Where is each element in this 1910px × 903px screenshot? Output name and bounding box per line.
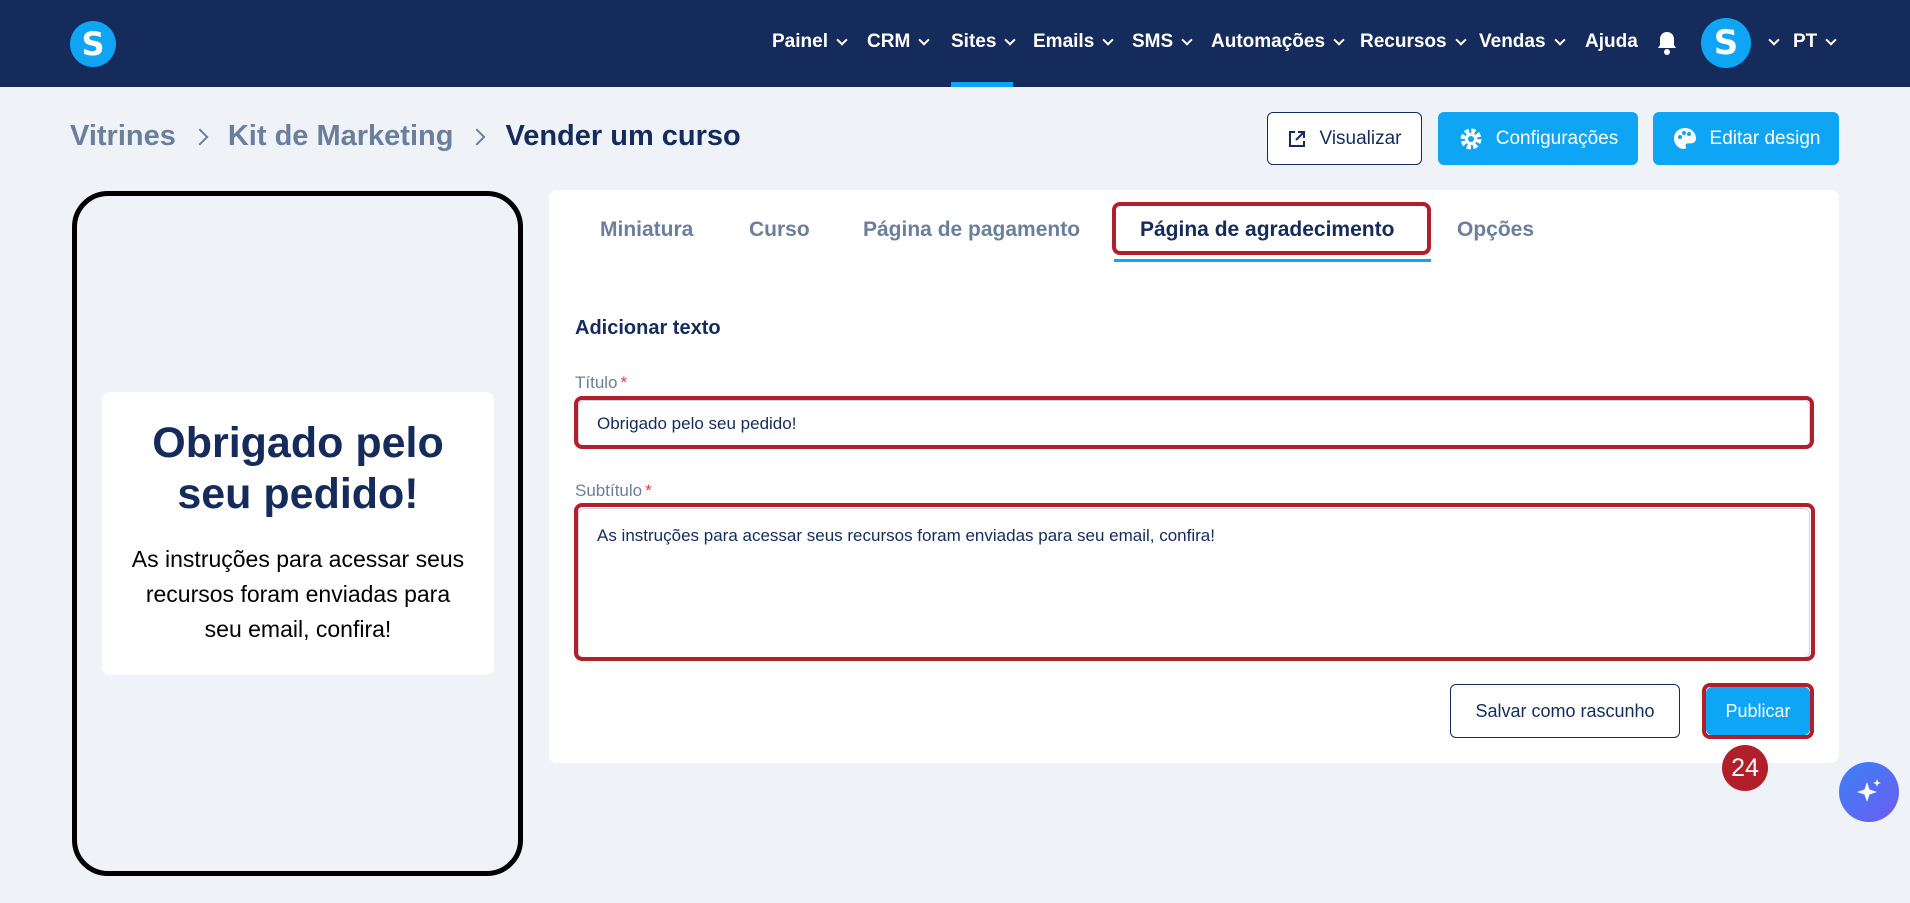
nav-item-label: Emails — [1033, 31, 1095, 52]
nav-item-label: SMS — [1132, 31, 1174, 52]
title-label-text: Título — [575, 373, 618, 392]
app-logo[interactable]: S — [70, 21, 116, 67]
chevron-down-icon — [1768, 33, 1780, 46]
step-number-badge: 24 — [1722, 745, 1768, 791]
breadcrumb: Vitrines Kit de Marketing Vender um curs… — [70, 120, 741, 153]
tab-pagina-de-pagamento[interactable]: Página de pagamento — [863, 218, 1080, 242]
subtitle-field-label: Subtítulo * — [575, 481, 652, 501]
language-selector[interactable]: PT — [1793, 28, 1837, 56]
edit-design-button[interactable]: Editar design — [1653, 112, 1839, 165]
required-marker: * — [645, 481, 652, 500]
chevron-down-icon — [1102, 33, 1114, 46]
tab-pagina-de-agradecimento[interactable]: Página de agradecimento — [1140, 218, 1394, 242]
nav-item-ajuda[interactable]: Ajuda — [1585, 28, 1638, 56]
nav-item-automacoes[interactable]: Automações — [1211, 28, 1345, 56]
nav-item-label: Automações — [1211, 31, 1326, 52]
nav-item-vendas[interactable]: Vendas — [1479, 28, 1566, 56]
chevron-right-icon — [191, 128, 209, 145]
chevron-down-icon — [1004, 33, 1017, 46]
preview-subtitle: As instruções para acessar seus recursos… — [131, 546, 465, 642]
top-navbar: S Painel CRM Sites Emails SMS Automações… — [0, 0, 1910, 87]
nav-item-emails[interactable]: Emails — [1033, 28, 1114, 56]
language-label: PT — [1793, 31, 1818, 52]
active-tab-indicator — [1114, 259, 1431, 262]
preview-button-label: Visualizar — [1319, 127, 1402, 149]
nav-item-label: Sites — [951, 31, 997, 52]
nav-item-label: Vendas — [1479, 31, 1546, 52]
title-input[interactable]: Obrigado pelo seu pedido! — [578, 400, 1810, 447]
nav-item-label: CRM — [867, 31, 911, 52]
save-draft-button-label: Salvar como rascunho — [1475, 700, 1655, 721]
chevron-down-icon — [1553, 33, 1566, 46]
breadcrumb-kit-de-marketing[interactable]: Kit de Marketing — [228, 120, 454, 153]
chevron-right-icon — [468, 128, 486, 145]
tab-curso[interactable]: Curso — [749, 218, 810, 242]
nav-item-sms[interactable]: SMS — [1132, 28, 1193, 56]
ai-assistant-button[interactable] — [1839, 762, 1899, 822]
section-title: Adicionar texto — [575, 317, 721, 339]
publish-button[interactable]: Publicar — [1706, 687, 1810, 735]
chevron-down-icon — [836, 33, 848, 46]
avatar-menu-toggle[interactable] — [1760, 28, 1780, 56]
palette-icon — [1672, 126, 1698, 152]
user-avatar[interactable]: S — [1701, 18, 1751, 68]
external-link-icon — [1287, 129, 1307, 149]
page-title: Vender um curso — [505, 120, 741, 152]
tab-opcoes[interactable]: Opções — [1457, 218, 1534, 242]
publish-button-label: Publicar — [1725, 700, 1791, 721]
preview-button[interactable]: Visualizar — [1267, 112, 1422, 165]
settings-panel — [549, 190, 1839, 763]
nav-item-recursos[interactable]: Recursos — [1360, 28, 1467, 56]
chevron-down-icon — [918, 33, 930, 46]
nav-item-label: Painel — [772, 31, 828, 52]
chevron-down-icon — [1825, 33, 1837, 46]
nav-item-label: Ajuda — [1585, 31, 1638, 52]
subtitle-textarea[interactable]: As instruções para acessar seus recursos… — [578, 508, 1810, 658]
active-nav-indicator — [951, 82, 1013, 87]
settings-button[interactable]: Configurações — [1438, 112, 1638, 165]
tab-miniatura[interactable]: Miniatura — [600, 218, 693, 242]
required-marker: * — [620, 373, 628, 392]
preview-title: Obrigado pelo seu pedido! — [152, 419, 444, 518]
edit-design-button-label: Editar design — [1709, 127, 1821, 149]
nav-item-sites[interactable]: Sites — [951, 28, 1017, 56]
nav-item-painel[interactable]: Painel — [772, 28, 848, 56]
title-field-label: Título * — [575, 373, 627, 393]
nav-item-crm[interactable]: CRM — [867, 28, 930, 56]
chevron-down-icon — [1181, 33, 1193, 46]
nav-item-label: Recursos — [1360, 31, 1447, 52]
chevron-down-icon — [1333, 33, 1345, 46]
sparkle-icon — [1857, 779, 1881, 802]
subtitle-label-text: Subtítulo — [575, 481, 643, 500]
chevron-down-icon — [1454, 33, 1467, 46]
thank-you-preview-card: Obrigado pelo seu pedido! As instruções … — [102, 392, 494, 675]
settings-button-label: Configurações — [1495, 127, 1619, 149]
bell-icon[interactable] — [1655, 30, 1679, 56]
gear-icon — [1458, 126, 1484, 152]
save-draft-button[interactable]: Salvar como rascunho — [1450, 684, 1680, 738]
breadcrumb-vitrines[interactable]: Vitrines — [70, 120, 176, 153]
